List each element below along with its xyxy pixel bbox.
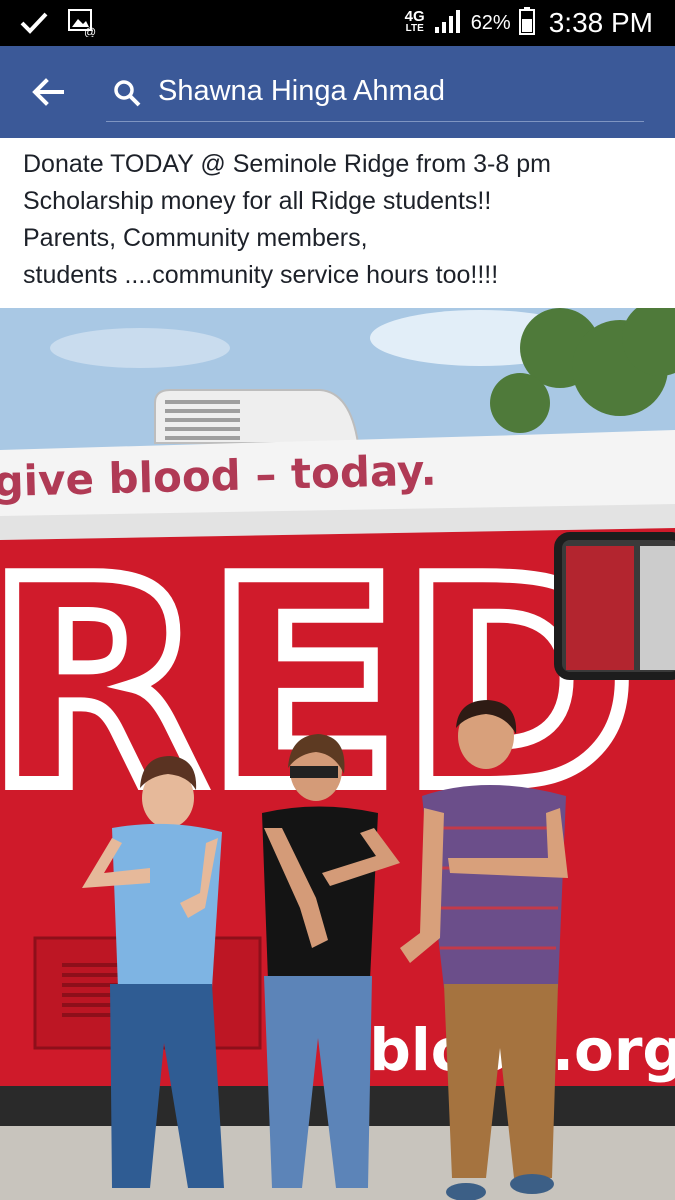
post-photo[interactable]: give blood – today. RED eblood.org <box>0 308 675 1200</box>
search-icon <box>112 78 142 108</box>
back-arrow-icon[interactable] <box>28 72 68 112</box>
post-line: Scholarship money for all Ridge students… <box>23 187 492 215</box>
clock: 3:38 PM <box>548 7 653 38</box>
check-icon <box>20 11 48 40</box>
battery-icon <box>518 6 535 40</box>
app-bar: Shawna Hinga Ahmad <box>0 46 675 138</box>
battery-percent: 62% <box>470 11 511 34</box>
roof-ac-unit <box>154 389 360 444</box>
signal-icon <box>433 7 463 40</box>
status-bar: @ 4G LTE 62% 3:38 PM <box>0 0 675 46</box>
search-query: Shawna Hinga Ahmad <box>158 75 445 107</box>
post-line: Parents, Community members, <box>23 224 368 252</box>
svg-text:@: @ <box>84 25 96 37</box>
network-type-indicator: 4G LTE <box>404 8 425 34</box>
post-line: Donate TODAY @ Seminole Ridge from 3-8 p… <box>23 150 551 178</box>
image-notification-icon: @ <box>68 9 98 42</box>
post-text: Donate TODAY @ Seminole Ridge from 3-8 p… <box>23 146 663 294</box>
search-field[interactable]: Shawna Hinga Ahmad <box>106 66 644 122</box>
post-line: students ....community service hours too… <box>23 261 499 289</box>
